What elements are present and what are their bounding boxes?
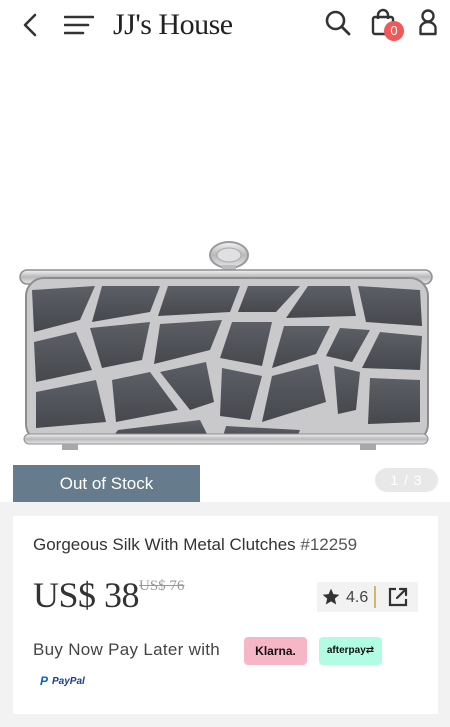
product-title: Gorgeous Silk With Metal Clutches #12259 xyxy=(33,535,357,555)
top-header: JJ's House 0 xyxy=(0,0,450,50)
afterpay-button[interactable]: afterpay⇄ xyxy=(319,637,382,665)
klarna-button[interactable]: Klarna. xyxy=(244,637,307,665)
paypal-label: PayPal xyxy=(52,675,85,687)
menu-icon[interactable] xyxy=(63,12,95,38)
star-icon xyxy=(321,587,341,612)
rating-value: 4.6 xyxy=(346,589,369,606)
out-of-stock-label: Out of Stock xyxy=(13,465,200,502)
user-icon[interactable] xyxy=(414,7,442,37)
product-name: Gorgeous Silk With Metal Clutches xyxy=(33,535,296,554)
rating-box: 4.6 xyxy=(317,582,418,612)
paypal-button[interactable]: P PayPal xyxy=(40,674,85,688)
search-icon[interactable] xyxy=(323,8,353,38)
share-icon[interactable] xyxy=(387,586,409,613)
back-arrow-icon[interactable] xyxy=(18,11,42,39)
paypal-icon: P xyxy=(40,674,49,688)
product-image xyxy=(19,241,433,450)
afterpay-icon: ⇄ xyxy=(365,645,375,656)
cart-count-badge: 0 xyxy=(384,21,404,41)
product-image-gallery[interactable] xyxy=(0,50,450,502)
afterpay-label: afterpay xyxy=(326,645,366,656)
product-sku: #12259 xyxy=(300,535,358,554)
image-pager: 1 / 3 xyxy=(375,468,438,492)
product-info-card: Gorgeous Silk With Metal Clutches #12259… xyxy=(13,516,438,714)
pay-later-label: Buy Now Pay Later with xyxy=(33,640,221,659)
rating-divider xyxy=(374,586,376,608)
site-logo[interactable]: JJ's House xyxy=(113,8,233,42)
current-price: US$ 38 xyxy=(33,575,140,615)
original-price: US$ 76 xyxy=(139,578,185,594)
